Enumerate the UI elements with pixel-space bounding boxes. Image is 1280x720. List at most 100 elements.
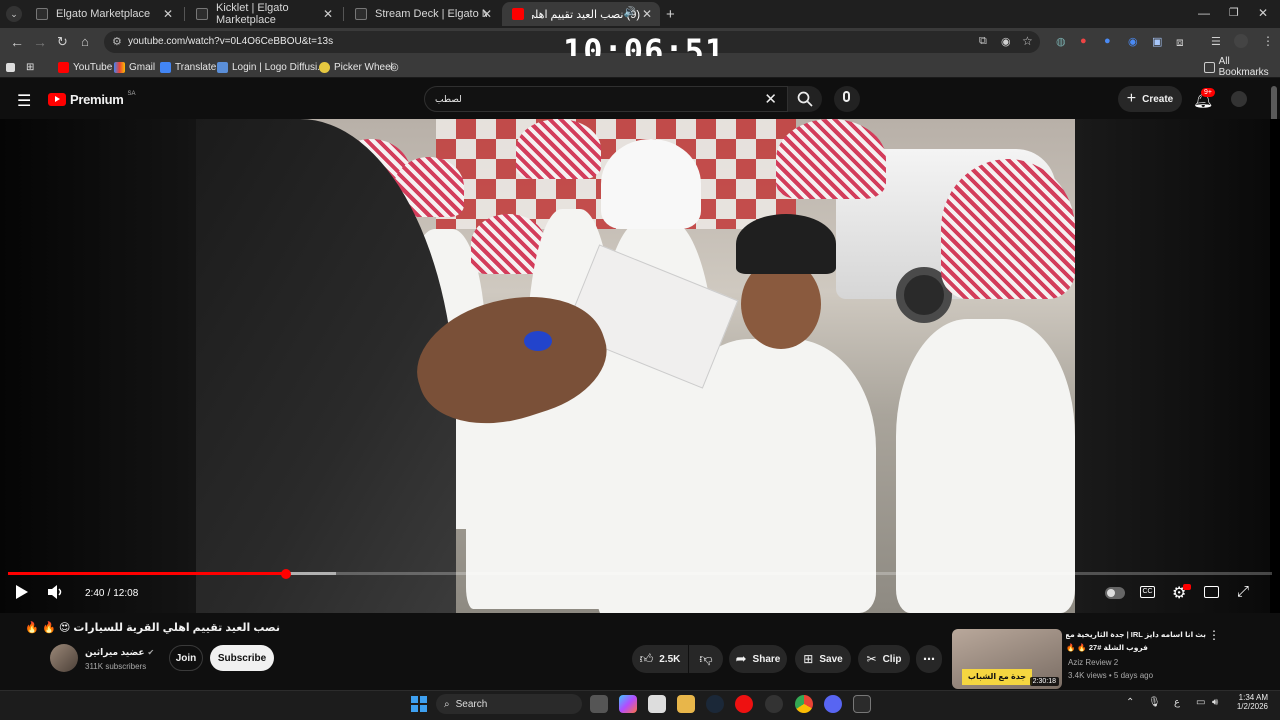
gmail-icon xyxy=(114,61,125,73)
recommended-thumbnail[interactable]: جدة مع الشباب 2:30:18 xyxy=(952,629,1062,689)
extension-5-icon[interactable]: ▣ xyxy=(1152,35,1162,48)
tab-youtube-video[interactable]: (9) نصب العيد تقييم اهلي ال 🔊 ✕ xyxy=(502,2,660,26)
close-icon[interactable]: ✕ xyxy=(323,7,333,21)
join-button[interactable]: Join xyxy=(169,645,203,671)
bookmark-youtube[interactable]: YouTube xyxy=(58,60,112,74)
close-icon[interactable]: ✕ xyxy=(482,7,492,21)
bookmark-picker-wheel[interactable]: Picker Wheel xyxy=(319,60,393,74)
more-actions-button[interactable]: ⋯ xyxy=(916,645,942,673)
steam-icon[interactable] xyxy=(706,695,724,713)
recommended-title-line1[interactable]: بث انا اسامه دايز IRL | جدة الثاريخية مع xyxy=(1066,630,1206,639)
like-button[interactable]: 👍︎ 2.5K xyxy=(632,645,688,673)
save-button[interactable]: ⊞ Save xyxy=(795,645,851,673)
subscribe-button[interactable]: Subscribe xyxy=(210,645,274,671)
elgato-icon[interactable] xyxy=(853,695,871,713)
search-button[interactable] xyxy=(788,86,822,112)
reading-list-icon[interactable]: ☰ xyxy=(1211,35,1221,48)
extension-1-icon[interactable]: ◍ xyxy=(1056,35,1066,48)
network-icon[interactable]: ▭ xyxy=(1196,697,1205,708)
bookmark-star-icon[interactable]: ☆ xyxy=(1022,34,1033,48)
input-language[interactable]: ع xyxy=(1174,697,1180,708)
tab-stream-deck[interactable]: Stream Deck | Elgato Marketpl ✕ xyxy=(345,2,500,26)
minimize-icon[interactable]: — xyxy=(1198,6,1210,20)
thumbs-up-icon: 👍︎ xyxy=(639,651,654,666)
recommended-channel[interactable]: Aziz Review 2 xyxy=(1068,658,1118,667)
extension-4-icon[interactable]: ◉ xyxy=(1128,35,1138,48)
dislike-button[interactable]: 👎︎ xyxy=(689,645,723,673)
hide-eye-icon[interactable]: ◉ xyxy=(1001,35,1011,48)
account-avatar[interactable] xyxy=(1231,91,1247,107)
volume-icon[interactable] xyxy=(47,584,63,603)
reload-icon[interactable]: ↻ xyxy=(57,34,68,50)
taskbar-search[interactable]: ⌕ Search xyxy=(436,694,582,714)
apps-grid-icon-2[interactable]: ⊞ xyxy=(26,60,34,74)
menu-kebab-icon[interactable]: ⋮ xyxy=(1262,34,1274,48)
elgato-favicon-icon xyxy=(355,8,367,20)
url-text[interactable]: youtube.com/watch?v=0L4O6CeBBOU&t=13s xyxy=(128,36,333,47)
hamburger-menu-icon[interactable]: ☰ xyxy=(17,91,31,111)
tab-kicklet[interactable]: Kicklet | Elgato Marketplace ✕ xyxy=(186,2,341,26)
share-button[interactable]: ➦ Share xyxy=(729,645,787,673)
new-tab-icon[interactable]: + xyxy=(666,6,675,23)
picker-wheel-icon xyxy=(319,61,330,73)
audio-playing-icon[interactable]: 🔊 xyxy=(624,7,636,18)
autoplay-toggle[interactable] xyxy=(1105,587,1125,599)
app-icon[interactable] xyxy=(765,695,783,713)
file-explorer-icon[interactable] xyxy=(677,695,695,713)
bookmark-translate[interactable]: Translate xyxy=(160,60,216,74)
taskbar-clock[interactable]: 1:34 AM 1/2/2026 xyxy=(1232,693,1268,711)
home-icon[interactable]: ⌂ xyxy=(81,34,89,49)
recommended-title-line2[interactable]: فروب الشلة #27 🔥 🔥 xyxy=(1066,643,1154,652)
channel-name-row[interactable]: عضيد ميراثين ✔ xyxy=(85,647,154,658)
extension-3-icon[interactable]: ● xyxy=(1104,35,1111,47)
copilot-icon[interactable] xyxy=(619,695,637,713)
more-horizontal-icon: ⋯ xyxy=(923,652,935,666)
youtube-app-icon[interactable] xyxy=(735,695,753,713)
tray-overflow-icon[interactable]: ⌃ xyxy=(1126,697,1134,708)
apps-grid-icon[interactable] xyxy=(6,60,15,74)
all-bookmarks-folder[interactable]: All Bookmarks xyxy=(1204,56,1280,78)
search-input[interactable]: لصطب ✕ xyxy=(424,86,788,112)
translate-icon xyxy=(160,61,171,73)
discord-icon[interactable] xyxy=(824,695,842,713)
play-icon[interactable] xyxy=(15,584,29,603)
video-frame[interactable] xyxy=(196,119,1075,613)
bookmark-logo-diffusion[interactable]: Login | Logo Diffusi... xyxy=(217,60,326,74)
close-icon[interactable]: ✕ xyxy=(163,7,173,21)
profile-avatar-icon[interactable] xyxy=(1234,34,1248,48)
extensions-puzzle-icon[interactable]: ⧈ xyxy=(1176,35,1184,50)
bookmark-save-icon: ⊞ xyxy=(803,652,814,666)
tab-elgato-marketplace[interactable]: Elgato Marketplace ✕ xyxy=(26,2,181,26)
store-icon[interactable] xyxy=(648,695,666,713)
forward-icon[interactable]: → xyxy=(33,34,47,50)
close-icon[interactable]: ✕ xyxy=(642,7,652,21)
extension-2-icon[interactable]: ● xyxy=(1080,35,1087,47)
windows-start-icon[interactable] xyxy=(411,696,427,712)
progress-scrubber[interactable] xyxy=(281,569,291,579)
channel-avatar[interactable] xyxy=(50,644,78,672)
clear-search-icon[interactable]: ✕ xyxy=(764,90,777,108)
video-letterbox-left xyxy=(0,119,196,613)
create-button[interactable]: + Create xyxy=(1118,86,1182,112)
voice-search-button[interactable] xyxy=(834,86,860,112)
hd-badge xyxy=(1183,584,1191,590)
recommended-menu-icon[interactable]: ⋮ xyxy=(1208,628,1220,642)
captions-icon[interactable]: CC xyxy=(1140,586,1155,598)
install-app-icon[interactable]: ⧉ xyxy=(979,35,987,48)
speaker-icon[interactable]: 🔊︎ xyxy=(1212,697,1218,708)
youtube-premium-logo[interactable]: Premium SA xyxy=(48,91,136,107)
theater-mode-icon[interactable] xyxy=(1204,586,1219,598)
window-close-icon[interactable]: ✕ xyxy=(1258,6,1268,20)
clip-button[interactable]: ✂ Clip xyxy=(858,645,910,673)
verified-check-icon: ✔ xyxy=(147,648,155,657)
tab-search-icon[interactable]: ⌄ xyxy=(6,6,22,22)
task-view-icon[interactable] xyxy=(590,695,608,713)
site-info-icon[interactable]: ⚙ xyxy=(112,35,122,48)
fullscreen-icon[interactable]: ⤢ xyxy=(1237,583,1249,600)
globe-bookmark-icon[interactable]: ◎ xyxy=(390,60,399,74)
restore-icon[interactable]: ❐ xyxy=(1229,6,1239,19)
back-icon[interactable]: ← xyxy=(10,34,24,50)
tray-mic-icon[interactable]: 🎙︎ xyxy=(1148,697,1161,708)
chrome-icon[interactable] xyxy=(795,695,813,713)
bookmark-gmail[interactable]: Gmail xyxy=(114,60,155,74)
